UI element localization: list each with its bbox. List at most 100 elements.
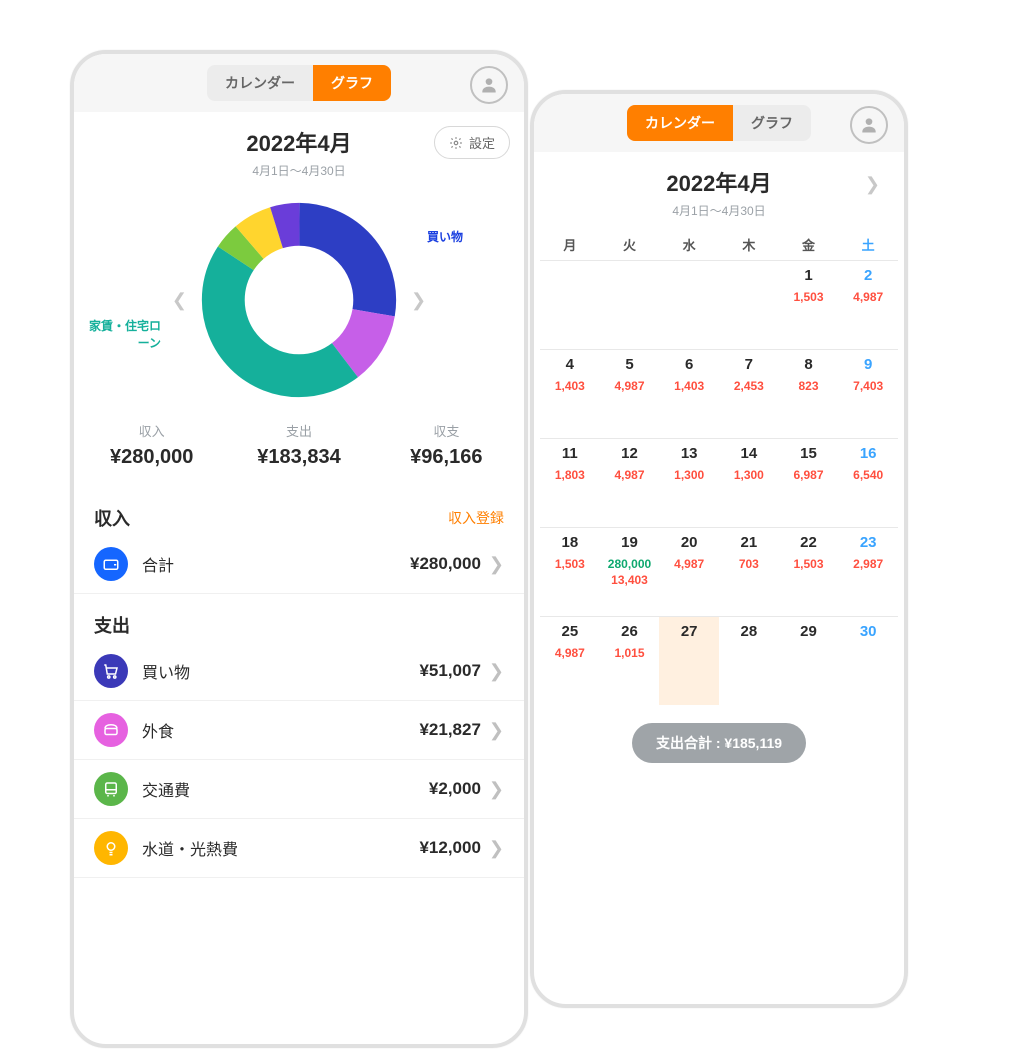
calendar-cell[interactable]: 27	[659, 616, 719, 705]
income-total-label: 合計	[128, 552, 410, 576]
calendar-cell[interactable]: 221,503	[779, 527, 839, 616]
income-title: 収入	[94, 505, 130, 531]
expense-value: 4,987	[614, 468, 644, 484]
calendar-cell[interactable]: 13 1,300	[659, 438, 719, 527]
chart-label-rent: 家賃・住宅ロ ーン	[89, 318, 161, 352]
expense-list: 買い物¥51,007❯外食¥21,827❯交通費¥2,000❯水道・光熱費¥12…	[74, 642, 524, 878]
food-icon	[94, 713, 128, 747]
calendar-cell[interactable]: 254,987	[540, 616, 600, 705]
calendar-cell[interactable]: 1 1,503	[779, 260, 839, 349]
tab-calendar[interactable]: カレンダー	[627, 105, 733, 141]
calendar-cell[interactable]: 20 4,987	[659, 527, 719, 616]
expense-row[interactable]: 交通費¥2,000❯	[74, 760, 524, 819]
chevron-right-icon[interactable]: ❯	[399, 290, 438, 311]
expense-name: 買い物	[128, 659, 419, 683]
avatar-icon[interactable]	[470, 66, 508, 104]
calendar-cell[interactable]: 54,987	[600, 349, 660, 438]
day-number: 1	[804, 267, 812, 284]
expense-value: 6,540	[853, 468, 883, 484]
donut-svg	[199, 200, 399, 400]
chevron-right-icon: ❯	[481, 720, 504, 741]
expense-name: 水道・光熱費	[128, 836, 419, 860]
chevron-right-icon: ❯	[481, 554, 504, 575]
dow-cell: 土	[838, 235, 898, 254]
calendar-cell[interactable]: 61,403	[659, 349, 719, 438]
day-number: 19	[621, 534, 638, 551]
calendar-cell[interactable]: 7 2,453	[719, 349, 779, 438]
calendar-cell[interactable]: 30	[838, 616, 898, 705]
expense-value: 1,300	[674, 468, 704, 484]
calendar: 月火水木金土 11,50324,98741,40354,98761,40372,…	[534, 229, 904, 705]
income-total-amount: ¥280,000	[410, 554, 481, 574]
chevron-left-icon[interactable]: ❮	[160, 290, 199, 311]
day-number: 6	[685, 356, 693, 373]
expense-value: 823	[798, 379, 818, 395]
day-number: 25	[561, 623, 578, 640]
settings-label: 設定	[469, 133, 495, 152]
calendar-cell[interactable]: 261,015	[600, 616, 660, 705]
calendar-cell[interactable]: 21703	[719, 527, 779, 616]
dow-cell: 金	[779, 235, 839, 254]
calendar-cell	[540, 260, 600, 349]
day-number: 2	[864, 267, 872, 284]
calendar-cell[interactable]: 24,987	[838, 260, 898, 349]
phone-graph: カレンダー グラフ 2022年4月 4月1日〜4月30日 設定 ❮	[70, 50, 528, 1048]
day-number: 13	[681, 445, 698, 462]
day-number: 12	[621, 445, 638, 462]
calendar-cell[interactable]: 166,540	[838, 438, 898, 527]
day-number: 26	[621, 623, 638, 640]
day-number: 7	[745, 356, 753, 373]
day-number: 8	[804, 356, 812, 373]
calendar-cell[interactable]: 28	[719, 616, 779, 705]
day-number: 20	[681, 534, 698, 551]
chevron-right-icon[interactable]: ❯	[853, 174, 892, 195]
expense-name: 外食	[128, 718, 419, 742]
day-number: 21	[740, 534, 757, 551]
chevron-right-icon: ❯	[481, 838, 504, 859]
view-toggle: カレンダー グラフ	[627, 105, 811, 141]
expense-value: 7,403	[853, 379, 883, 395]
expense-row[interactable]: 水道・光熱費¥12,000❯	[74, 819, 524, 878]
tab-graph[interactable]: グラフ	[733, 105, 811, 141]
calendar-cell[interactable]: 232,987	[838, 527, 898, 616]
expense-value: 2,453	[734, 379, 764, 395]
expense-value: 1,503	[793, 290, 823, 306]
avatar-icon[interactable]	[850, 106, 888, 144]
period-month: 2022年4月	[534, 166, 904, 198]
expense-value: 6,987	[793, 468, 823, 484]
expense-value: 1,300	[734, 468, 764, 484]
calendar-cell[interactable]: 41,403	[540, 349, 600, 438]
expense-title: 支出	[94, 612, 130, 638]
dow-cell: 火	[600, 235, 660, 254]
calendar-cell[interactable]: 12 4,987	[600, 438, 660, 527]
calendar-cell[interactable]: 14 1,300	[719, 438, 779, 527]
calendar-cell[interactable]: 8823	[779, 349, 839, 438]
calendar-cell	[659, 260, 719, 349]
expense-name: 交通費	[128, 777, 429, 801]
expense-value: 4,987	[674, 557, 704, 573]
expense-row[interactable]: 買い物¥51,007❯	[74, 642, 524, 701]
settings-button[interactable]: 設定	[434, 126, 510, 159]
tab-graph[interactable]: グラフ	[313, 65, 391, 101]
calendar-cell[interactable]: 29	[779, 616, 839, 705]
donut-chart[interactable]: 買い物 家賃・住宅ロ ーン	[199, 200, 399, 400]
chart-row: ❮ 買い物 家賃・住宅ロ ーン ❯	[74, 185, 524, 415]
day-number: 14	[740, 445, 757, 462]
calendar-cell[interactable]: 181,503	[540, 527, 600, 616]
period-range: 4月1日〜4月30日	[74, 162, 524, 179]
day-of-week-header: 月火水木金土	[540, 229, 898, 260]
calendar-cell[interactable]: 19280,00013,403	[600, 527, 660, 616]
calendar-cell[interactable]: 97,403	[838, 349, 898, 438]
calendar-cell	[719, 260, 779, 349]
income-register-link[interactable]: 収入登録	[448, 508, 504, 528]
period-header: 2022年4月 4月1日〜4月30日 設定	[74, 112, 524, 185]
chevron-right-icon: ❯	[481, 779, 504, 800]
calendar-cell[interactable]: 156,987	[779, 438, 839, 527]
tab-calendar[interactable]: カレンダー	[207, 65, 313, 101]
income-total-row[interactable]: 合計 ¥280,000 ❯	[74, 535, 524, 594]
calendar-cell[interactable]: 111,803	[540, 438, 600, 527]
expense-row[interactable]: 外食¥21,827❯	[74, 701, 524, 760]
expense-value: 4,987	[614, 379, 644, 395]
calendar-cell	[600, 260, 660, 349]
expense-value: 1,403	[555, 379, 585, 395]
